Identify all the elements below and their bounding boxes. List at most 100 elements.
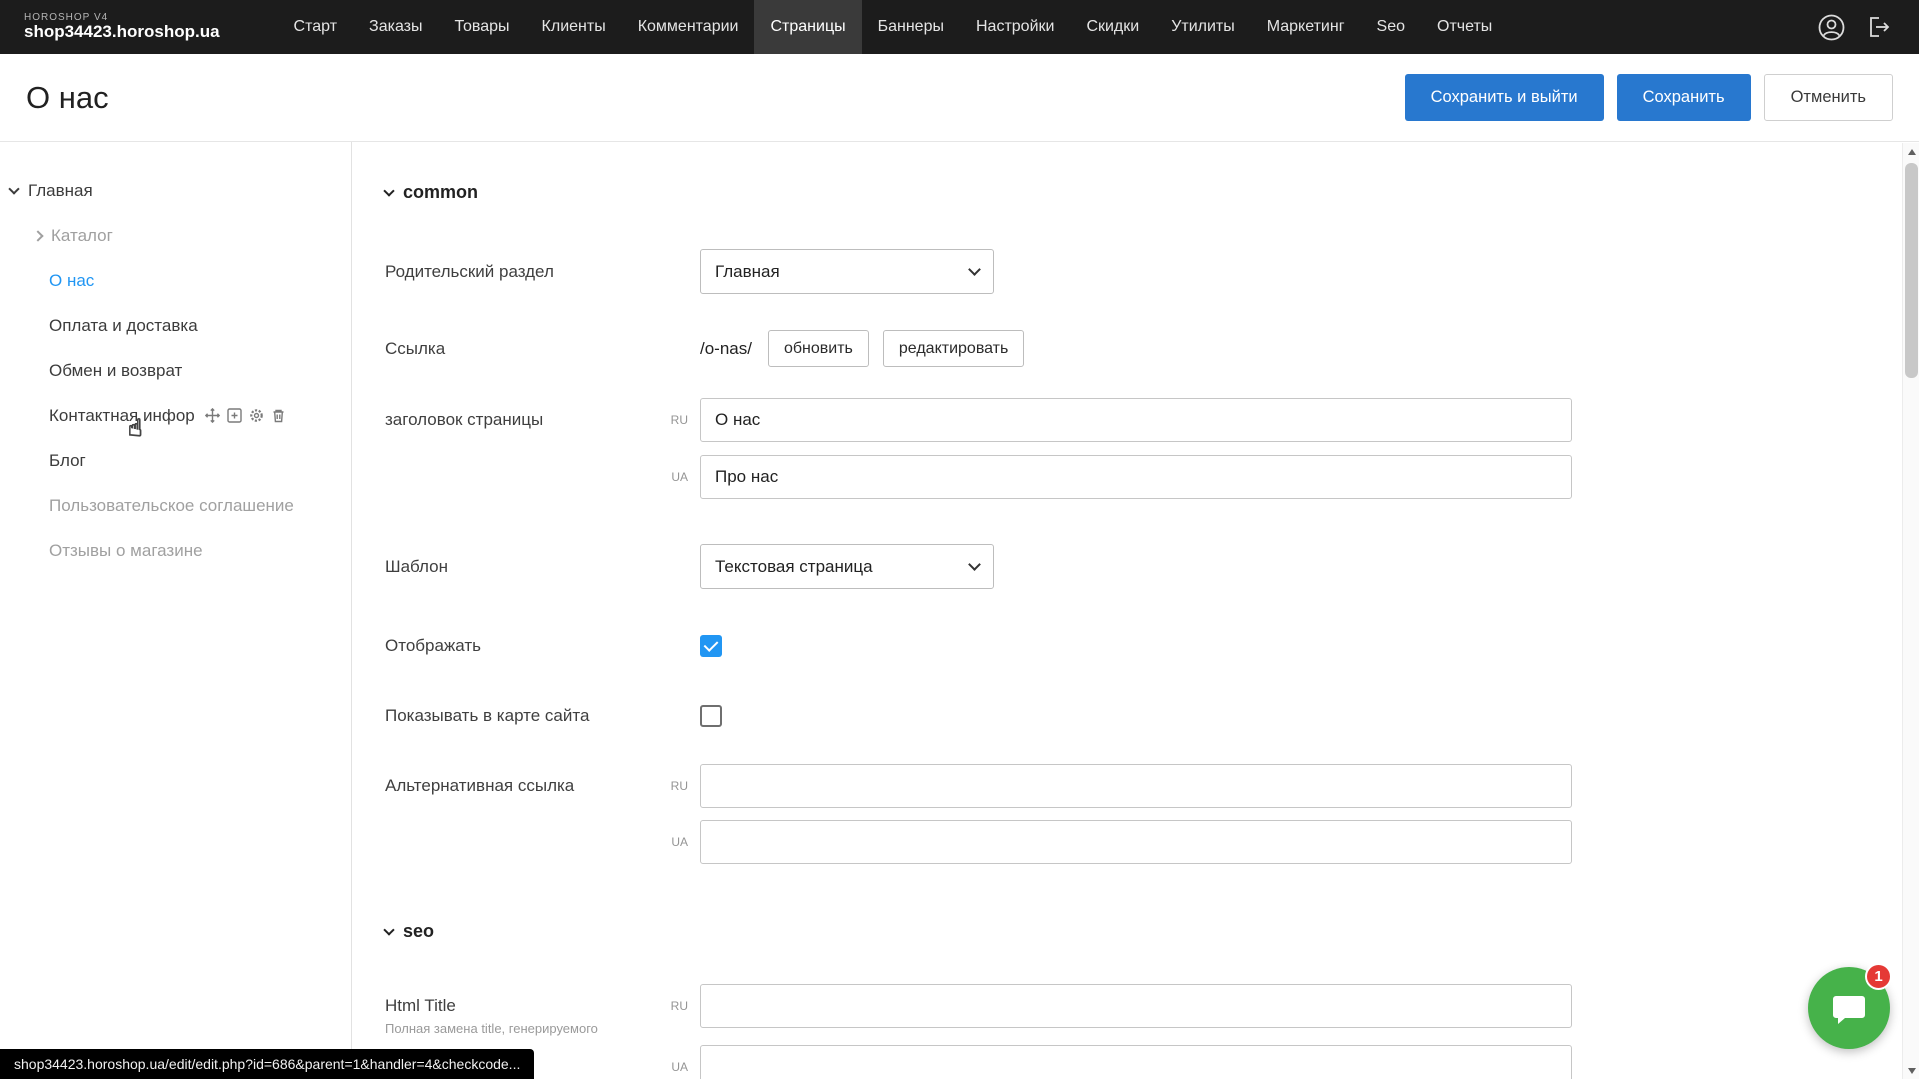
chat-bubble-icon	[1829, 988, 1869, 1028]
html-title-label: Html Title	[385, 984, 660, 1018]
add-icon[interactable]	[227, 408, 242, 423]
nav-reports[interactable]: Отчеты	[1421, 0, 1508, 54]
nav-marketing[interactable]: Маркетинг	[1251, 0, 1361, 54]
nav-seo[interactable]: Seo	[1361, 0, 1421, 54]
section-title: common	[403, 182, 478, 203]
tree-item-katalog[interactable]: Каталог	[0, 213, 351, 258]
html-title-ua-input[interactable]	[700, 1045, 1572, 1079]
tree-item-label: Обмен и возврат	[49, 361, 182, 381]
nav-products[interactable]: Товары	[439, 0, 526, 54]
tree-item-label: Отзывы о магазине	[49, 541, 203, 561]
account-icon[interactable]	[1817, 13, 1845, 41]
sitemap-checkbox[interactable]	[700, 705, 722, 727]
lang-badge-ua: UA	[660, 835, 700, 849]
tree-item-polzovatelskoe-soglashenie[interactable]: Пользовательское соглашение	[0, 483, 351, 528]
tree-item-kontaktnaya-infor[interactable]: Контактная инфор	[0, 393, 351, 438]
display-label: Отображать	[385, 636, 660, 656]
sitemap-row: Показывать в карте сайта	[385, 693, 1919, 738]
move-icon[interactable]	[205, 408, 220, 423]
tree-item-label: Главная	[28, 181, 93, 201]
parent-section-select[interactable]: Главная	[700, 249, 994, 294]
link-label: Ссылка	[385, 339, 660, 359]
template-select[interactable]: Текстовая страница	[700, 544, 994, 589]
sitemap-label: Показывать в карте сайта	[385, 706, 660, 726]
tree-item-blog[interactable]: Блог	[0, 438, 351, 483]
pages-tree-sidebar: Главная Каталог О нас Оплата и доставка …	[0, 142, 352, 1079]
tree-item-label: Блог	[49, 451, 86, 471]
tree-item-label: Оплата и доставка	[49, 316, 198, 336]
nav-clients[interactable]: Клиенты	[526, 0, 622, 54]
alt-link-ua-input[interactable]	[700, 820, 1572, 864]
html-title-ru-row: Html Title Полная замена title, генериру…	[385, 984, 1919, 1036]
parent-section-label: Родительский раздел	[385, 262, 660, 282]
page-header: О нас Сохранить и выйти Сохранить Отмени…	[0, 54, 1919, 142]
brand-logo[interactable]: HOROSHOP V4 shop34423.horoshop.ua	[24, 13, 220, 41]
display-row: Отображать	[385, 623, 1919, 668]
nav-comments[interactable]: Комментарии	[622, 0, 755, 54]
tree-item-label: Пользовательское соглашение	[49, 496, 294, 516]
page-title: О нас	[26, 80, 109, 116]
link-path-value: /o-nas/	[700, 339, 752, 359]
tree-item-label: Каталог	[51, 226, 113, 246]
save-button[interactable]: Сохранить	[1617, 74, 1751, 121]
page-title-label: заголовок страницы	[385, 410, 660, 430]
nav-start[interactable]: Старт	[278, 0, 353, 54]
page-title-ru-row: заголовок страницы RU	[385, 397, 1919, 442]
chevron-down-icon	[383, 185, 394, 196]
tree-item-obmen-i-vozvrat[interactable]: Обмен и возврат	[0, 348, 351, 393]
scroll-up-arrow[interactable]	[1903, 143, 1919, 160]
logout-icon[interactable]	[1865, 13, 1893, 41]
nav-pages[interactable]: Страницы	[754, 0, 861, 54]
chevron-down-icon	[968, 263, 981, 276]
cancel-button[interactable]: Отменить	[1764, 74, 1893, 121]
chat-unread-badge: 1	[1865, 963, 1892, 990]
template-value: Текстовая страница	[715, 557, 873, 577]
lang-badge-ru: RU	[660, 413, 700, 427]
tree-item-label: О нас	[49, 271, 94, 291]
alt-link-ru-row: Альтернативная ссылка RU	[385, 763, 1919, 808]
scroll-down-arrow[interactable]	[1903, 1062, 1919, 1079]
html-title-hint: Полная замена title, генерируемого	[385, 1021, 660, 1036]
html-title-ru-input[interactable]	[700, 984, 1572, 1028]
page-title-ua-input[interactable]	[700, 455, 1572, 499]
section-seo-header[interactable]: seo	[385, 921, 1919, 942]
link-edit-button[interactable]: редактировать	[883, 330, 1024, 367]
tree-item-glavnaya[interactable]: Главная	[0, 168, 351, 213]
lang-badge-ru: RU	[660, 984, 700, 1028]
lang-badge-ua: UA	[660, 470, 700, 484]
nav-orders[interactable]: Заказы	[353, 0, 438, 54]
tree-item-otzyvy-o-magazine[interactable]: Отзывы о магазине	[0, 528, 351, 573]
statusbar-url: shop34423.horoshop.ua/edit/edit.php?id=6…	[0, 1049, 534, 1079]
display-checkbox[interactable]	[700, 635, 722, 657]
html-title-label-block: Html Title Полная замена title, генериру…	[385, 984, 660, 1036]
nav-utilities[interactable]: Утилиты	[1155, 0, 1251, 54]
section-common-header[interactable]: common	[385, 182, 1919, 203]
header-actions: Сохранить и выйти Сохранить Отменить	[1405, 74, 1893, 121]
delete-icon[interactable]	[271, 408, 286, 423]
tree-item-oplata-i-dostavka[interactable]: Оплата и доставка	[0, 303, 351, 348]
template-label: Шаблон	[385, 557, 660, 577]
top-navbar: HOROSHOP V4 shop34423.horoshop.ua Старт …	[0, 0, 1919, 54]
nav-banners[interactable]: Баннеры	[862, 0, 960, 54]
link-row: Ссылка /o-nas/ обновить редактировать	[385, 326, 1919, 371]
scrollbar-thumb[interactable]	[1905, 163, 1918, 378]
chevron-down-icon	[968, 558, 981, 571]
save-and-exit-button[interactable]: Сохранить и выйти	[1405, 74, 1604, 121]
tree-item-label: Контактная инфор	[49, 406, 195, 426]
parent-section-row: Родительский раздел Главная	[385, 249, 1919, 294]
chevron-down-icon[interactable]	[8, 183, 19, 194]
chevron-right-icon[interactable]	[32, 230, 43, 241]
tree-item-o-nas[interactable]: О нас	[0, 258, 351, 303]
page-title-ru-input[interactable]	[700, 398, 1572, 442]
alt-link-ru-input[interactable]	[700, 764, 1572, 808]
link-refresh-button[interactable]: обновить	[768, 330, 869, 367]
section-title: seo	[403, 921, 434, 942]
nav-settings[interactable]: Настройки	[960, 0, 1070, 54]
alt-link-ua-row: UA	[385, 819, 1919, 864]
lang-badge-ua: UA	[660, 1060, 700, 1074]
nav-discounts[interactable]: Скидки	[1070, 0, 1155, 54]
vertical-scrollbar[interactable]	[1902, 143, 1919, 1079]
chat-widget-button[interactable]: 1	[1808, 967, 1890, 1049]
tree-item-actions	[205, 408, 286, 423]
settings-icon[interactable]	[249, 408, 264, 423]
